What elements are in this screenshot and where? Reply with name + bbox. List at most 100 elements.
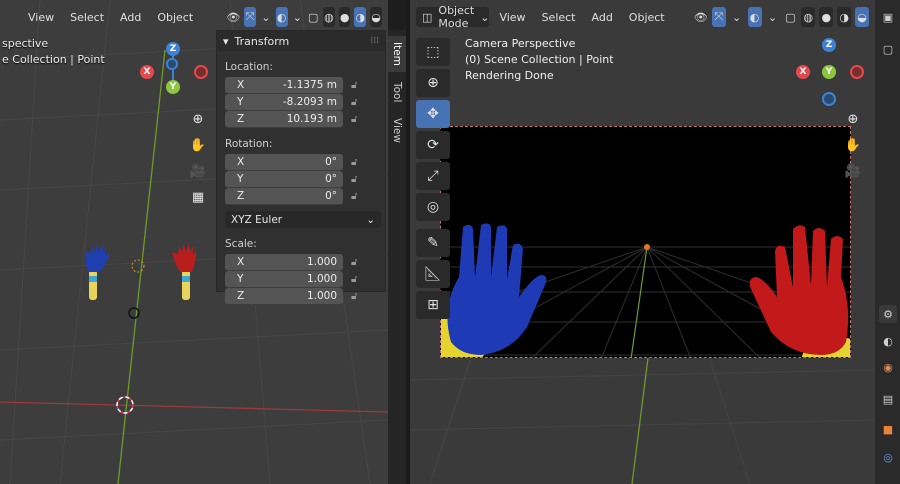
transform-icon[interactable]: ◎ <box>416 193 450 221</box>
gizmo-neg-x-icon[interactable] <box>850 65 864 79</box>
lock-icon[interactable]: 🔓︎ <box>351 97 361 108</box>
right-info-line3: Rendering Done <box>465 69 554 82</box>
shading-rendered-icon[interactable]: ◒ <box>855 7 870 27</box>
cursor-icon[interactable]: ⊕ <box>416 69 450 97</box>
rotation-x-axis: X <box>237 156 245 168</box>
right-viewport-info: Camera Perspective (0) Scene Collection … <box>465 36 614 84</box>
object-properties-icon[interactable]: ■ <box>879 420 897 438</box>
gizmo-neg-y-icon[interactable] <box>166 58 178 70</box>
lock-icon[interactable]: 🔓︎ <box>351 157 361 168</box>
overlay-toggle-icon[interactable]: ◐ <box>275 7 288 27</box>
transform-panel-header[interactable]: ▾ Transform ⁞⁞⁞ <box>217 31 385 51</box>
gizmo-neg-x-icon[interactable] <box>194 65 208 79</box>
menu-object[interactable]: Object <box>151 9 199 26</box>
sidebar-tabs: Item Tool View <box>388 30 406 484</box>
scale-z-field[interactable]: Z 1.000 <box>225 288 343 305</box>
menu-view[interactable]: View <box>22 9 60 26</box>
lock-icon[interactable]: 🔓︎ <box>351 274 361 285</box>
render-properties-icon[interactable]: ▢ <box>879 40 897 58</box>
zoom-icon[interactable]: ⊕ <box>842 108 864 130</box>
tab-item[interactable]: Item <box>388 36 406 72</box>
menu-add[interactable]: Add <box>114 9 147 26</box>
right-3d-viewport[interactable]: ◫ Object Mode ⌄ View Select Add Object 👁… <box>410 0 875 484</box>
gizmo-y-icon[interactable]: Y <box>822 65 836 79</box>
annotate-icon[interactable]: ✎ <box>416 229 450 257</box>
overlay-dropdown-icon[interactable]: ⌄ <box>766 7 780 27</box>
visibility-icon[interactable]: 👁 <box>694 7 708 27</box>
gizmo-x-icon[interactable]: X <box>140 65 154 79</box>
pan-hand-icon[interactable]: ✋ <box>187 134 209 156</box>
collapse-arrow-icon[interactable]: ▾ <box>223 35 229 48</box>
tool-properties-icon[interactable]: ▣ <box>879 8 897 26</box>
menu-add[interactable]: Add <box>586 9 619 26</box>
visibility-icon[interactable]: 👁 <box>226 7 240 27</box>
collection-properties-icon[interactable]: ▤ <box>879 390 897 408</box>
lock-icon[interactable]: 🔓︎ <box>351 114 361 125</box>
red-hand-small <box>172 244 197 300</box>
zoom-icon[interactable]: ⊕ <box>187 108 209 130</box>
gizmo-toggle-icon[interactable]: ⤧ <box>711 7 726 27</box>
rotation-z-value: 0° <box>325 190 337 202</box>
physics-properties-icon[interactable]: ◎ <box>879 448 897 466</box>
shading-wireframe-icon[interactable]: ◍ <box>323 7 335 27</box>
gizmo-dropdown-icon[interactable]: ⌄ <box>730 7 744 27</box>
right-info-line1: Camera Perspective <box>465 37 576 50</box>
mode-selector[interactable]: ◫ Object Mode ⌄ <box>416 4 490 30</box>
shading-rendered-icon[interactable]: ◒ <box>370 7 382 27</box>
menu-object[interactable]: Object <box>623 9 671 26</box>
gizmo-z-icon[interactable]: Z <box>166 42 180 56</box>
shading-solid-icon[interactable]: ● <box>819 7 834 27</box>
shading-solid-icon[interactable]: ● <box>338 7 351 27</box>
overlay-dropdown-icon[interactable]: ⌄ <box>292 7 304 27</box>
shading-wireframe-icon[interactable]: ◍ <box>801 7 816 27</box>
xray-icon[interactable]: ▢ <box>307 7 319 27</box>
blender-window: View Select Add Object 👁 ⤧ ⌄ ◐ ⌄ ▢ ◍ ● ◑… <box>0 0 900 484</box>
scale-icon[interactable]: ⤢ <box>416 162 450 190</box>
overlay-toggle-icon[interactable]: ◐ <box>747 7 762 27</box>
shading-material-icon[interactable]: ◑ <box>354 7 367 27</box>
scale-y-field[interactable]: Y 1.000 <box>225 271 343 288</box>
gizmo-z-icon[interactable]: Z <box>822 38 836 52</box>
view-layer-icon[interactable]: ◐ <box>879 332 897 350</box>
lock-icon[interactable]: 🔓︎ <box>351 257 361 268</box>
location-z-field[interactable]: Z 10.193 m <box>225 111 343 128</box>
rotation-y-field[interactable]: Y 0° <box>225 171 343 188</box>
location-x-field[interactable]: X -1.1375 m <box>225 77 343 94</box>
move-icon[interactable]: ✥ <box>416 100 450 128</box>
tab-view[interactable]: View <box>388 112 406 148</box>
add-cube-icon[interactable]: ⊞ <box>416 291 450 319</box>
rotation-z-field[interactable]: Z 0° <box>225 188 343 205</box>
pan-hand-icon[interactable]: ✋ <box>842 134 864 156</box>
lock-icon[interactable]: 🔓︎ <box>351 80 361 91</box>
menu-view[interactable]: View <box>493 9 531 26</box>
gizmo-neg-z-icon[interactable] <box>822 92 836 106</box>
lock-icon[interactable]: 🔓︎ <box>351 174 361 185</box>
xray-icon[interactable]: ▢ <box>783 7 797 27</box>
menu-select[interactable]: Select <box>64 9 110 26</box>
scale-x-field[interactable]: X 1.000 <box>225 254 343 271</box>
gizmo-y-icon[interactable]: Y <box>166 80 180 94</box>
properties-tabs: ▣ ▢ ⚙ ◐ ◉ ▤ ■ ◎ <box>875 0 900 484</box>
shading-material-icon[interactable]: ◑ <box>837 7 852 27</box>
rotation-x-field[interactable]: X 0° <box>225 154 343 171</box>
left-3d-viewport[interactable]: View Select Add Object 👁 ⤧ ⌄ ◐ ⌄ ▢ ◍ ● ◑… <box>0 0 388 484</box>
gizmo-toggle-icon[interactable]: ⤧ <box>244 7 257 27</box>
output-properties-icon[interactable]: ⚙ <box>879 305 897 323</box>
lock-icon[interactable]: 🔓︎ <box>351 191 361 202</box>
camera-view-icon[interactable]: 🎥 <box>187 160 209 182</box>
drag-handle-icon[interactable]: ⁞⁞⁞ <box>370 36 379 46</box>
location-y-field[interactable]: Y -8.2093 m <box>225 94 343 111</box>
gizmo-x-icon[interactable]: X <box>796 65 810 79</box>
select-box-icon[interactable]: ⬚ <box>416 38 450 66</box>
rotation-mode-select[interactable]: XYZ Euler ⌄ <box>225 211 381 228</box>
ortho-grid-icon[interactable]: ▦ <box>187 186 209 208</box>
world-properties-icon[interactable]: ◉ <box>879 358 897 376</box>
camera-view-icon[interactable]: 🎥 <box>842 160 864 182</box>
rotate-icon[interactable]: ⟳ <box>416 131 450 159</box>
gizmo-dropdown-icon[interactable]: ⌄ <box>260 7 272 27</box>
lock-icon[interactable]: 🔓︎ <box>351 291 361 302</box>
scale-z-axis: Z <box>237 290 245 302</box>
measure-icon[interactable]: 📐︎ <box>416 260 450 288</box>
tab-tool[interactable]: Tool <box>388 74 406 110</box>
menu-select[interactable]: Select <box>536 9 582 26</box>
